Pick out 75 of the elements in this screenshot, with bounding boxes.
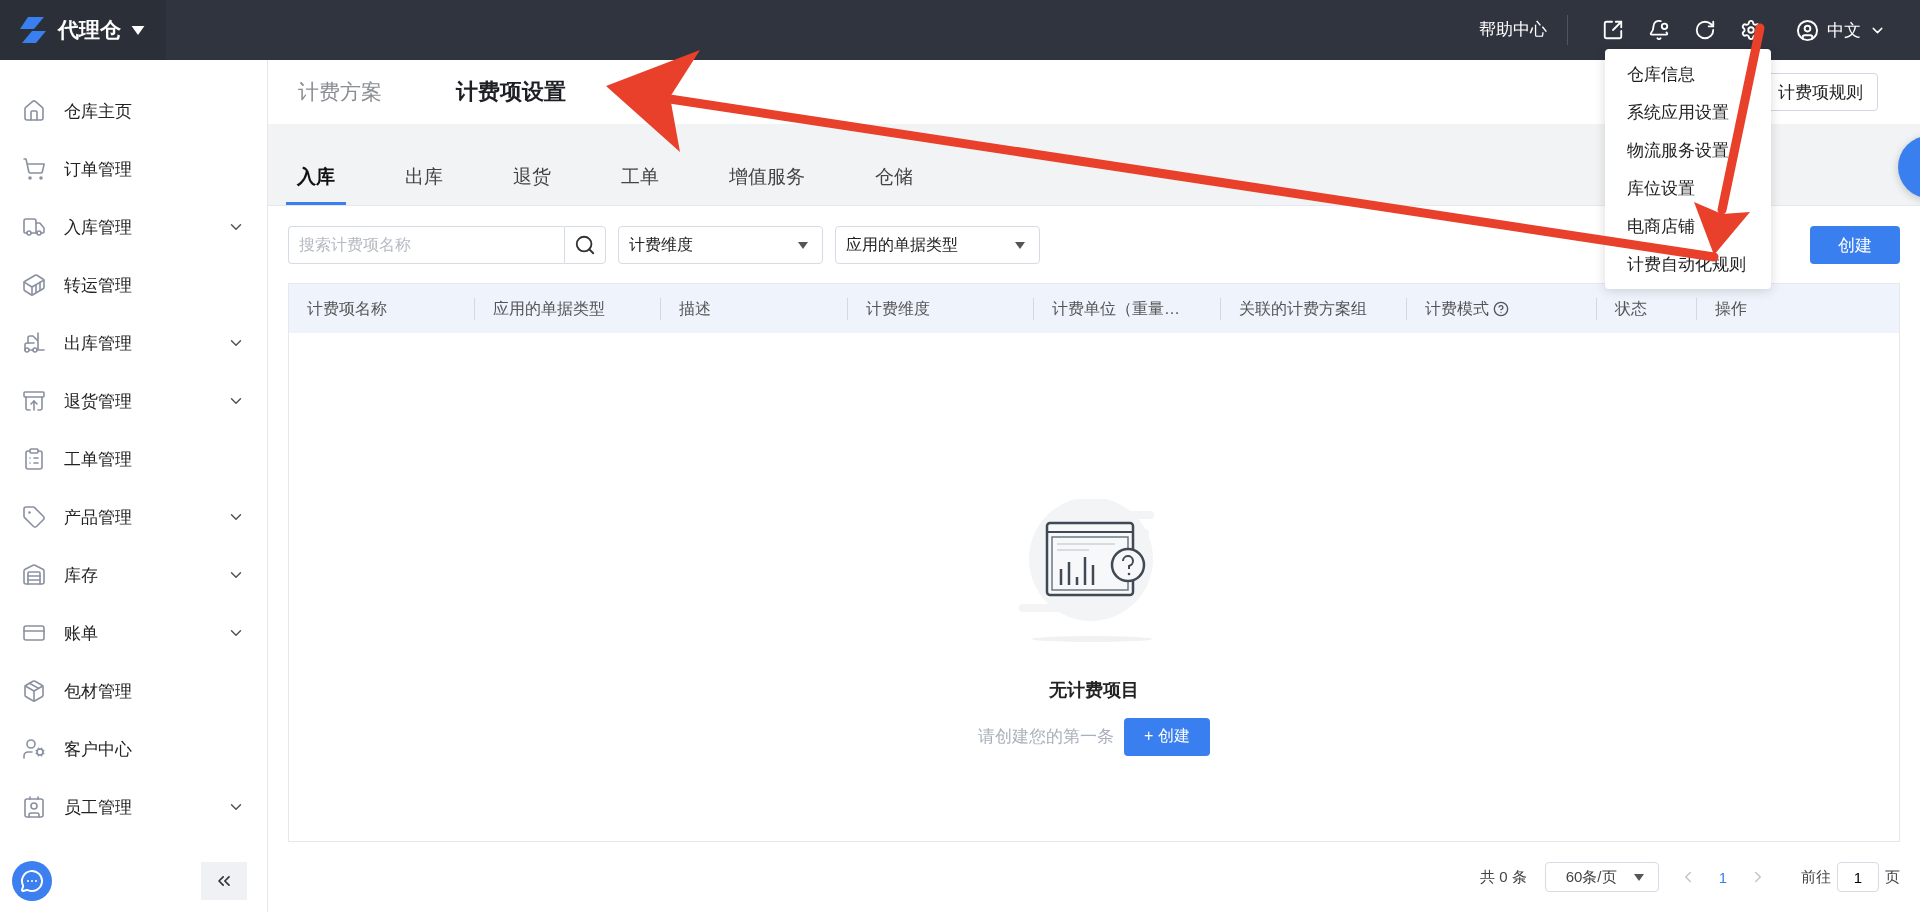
menu-icon [22,99,46,123]
menu-icon [22,389,46,413]
menu-icon [22,331,46,355]
column-header: 描述 [679,298,711,319]
category-tab[interactable]: 出库 [394,164,454,205]
sidebar-item[interactable]: 入库管理 [0,198,267,256]
dimension-select[interactable]: 计费维度 [618,226,823,264]
search-icon [574,234,596,256]
menu-icon [22,679,46,703]
create-button[interactable]: 创建 [1810,226,1900,264]
sidebar-item[interactable]: 产品管理 [0,488,267,546]
caret-icon[interactable] [131,25,145,35]
goto-label: 前往 [1801,867,1831,887]
menu-icon [22,215,46,239]
sidebar-item[interactable]: 退货管理 [0,372,267,430]
page-number[interactable]: 1 [1696,868,1749,886]
menu-item[interactable]: 物流服务设置 [1605,131,1771,169]
category-tab[interactable]: 仓储 [864,164,924,205]
refresh-icon[interactable] [1694,19,1716,41]
search-button[interactable] [564,226,606,264]
chat-icon [20,869,44,893]
category-tab[interactable]: 退货 [502,164,562,205]
sidebar-item[interactable]: 包材管理 [0,662,267,720]
caret-icon [1015,241,1025,249]
bell-icon[interactable] [1648,19,1670,41]
column-header: 计费项名称 [307,298,387,319]
sidebar-item[interactable]: 员工管理 [0,778,267,836]
category-tab[interactable]: 增值服务 [718,164,816,205]
caret-icon [1633,873,1644,881]
menu-icon [22,273,46,297]
sidebar-item[interactable]: 账单 [0,604,267,662]
app-title[interactable]: 代理仓 [58,16,121,44]
menu-icon [22,447,46,471]
page-size-select[interactable]: 60条/页 [1544,862,1659,892]
column-header: 计费模式 [1425,298,1489,319]
help-center-link[interactable]: 帮助中心 [1479,15,1568,45]
caret-icon [798,241,808,249]
help-icon[interactable] [1493,300,1509,317]
sidebar-item[interactable]: 客户中心 [0,720,267,778]
user-icon[interactable] [1796,18,1819,42]
chat-button[interactable] [12,861,52,901]
sidebar-item[interactable]: 工单管理 [0,430,267,488]
search-field[interactable]: 搜索计费项名称 [288,226,564,264]
column-header: 关联的计费方案组 [1239,298,1367,319]
category-tab[interactable]: 工单 [610,164,670,205]
sidebar-item[interactable]: 库存 [0,546,267,604]
empty-hint: 请创建您的第一条 [978,726,1115,748]
menu-icon [22,563,46,587]
empty-title: 无计费项目 [1049,678,1139,702]
sidebar-item[interactable]: 转运管理 [0,256,267,314]
language-label[interactable]: 中文 [1827,18,1861,42]
document-type-select[interactable]: 应用的单据类型 [835,226,1040,264]
menu-icon [22,795,46,819]
sidebar-item[interactable]: 订单管理 [0,140,267,198]
column-header: 计费单位（重量… [1052,298,1180,319]
column-header: 操作 [1715,298,1747,319]
category-tab[interactable]: 入库 [286,164,346,205]
share-icon[interactable] [1602,19,1624,41]
menu-icon [22,157,46,181]
sidebar-item[interactable]: 出库管理 [0,314,267,372]
column-header: 状态 [1615,298,1647,319]
total-count: 共 0 条 [1479,867,1527,887]
menu-item[interactable]: 库位设置 [1605,169,1771,207]
logo-icon [18,15,48,45]
sidebar-item[interactable]: 仓库主页 [0,82,267,140]
menu-icon [22,505,46,529]
menu-icon [22,737,46,761]
goto-page-field[interactable]: 1 [1837,862,1879,892]
menu-item[interactable]: 电商店铺 [1605,207,1771,245]
column-header: 应用的单据类型 [493,298,605,319]
collapse-button[interactable] [201,862,247,900]
column-header: 计费维度 [866,298,930,319]
create-first-button[interactable]: + 创建 [1124,717,1210,756]
page-suffix: 页 [1885,867,1900,887]
page-tab[interactable]: 计费项设置 [456,77,566,107]
